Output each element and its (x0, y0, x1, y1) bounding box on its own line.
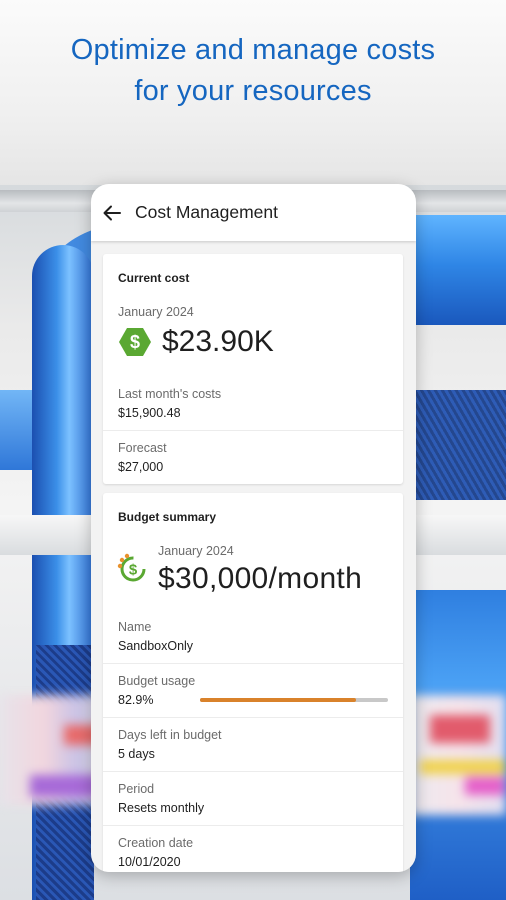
dollar-badge-icon: $ (119, 328, 151, 356)
forecast-field: Forecast $27,000 (103, 431, 403, 484)
field-label: Forecast (118, 441, 167, 455)
days-left-field: Days left in budget 5 days (103, 718, 403, 772)
field-value: $27,000 (118, 460, 164, 474)
field-value: 5 days (118, 747, 155, 761)
headline-line-1: Optimize and manage costs (70, 34, 436, 66)
arrow-left-icon (103, 205, 121, 220)
current-cost-heading: Current cost (118, 271, 190, 285)
app-bar: Cost Management (91, 184, 416, 241)
budget-usage-field: Budget usage 82.9% (103, 664, 403, 718)
field-label: Creation date (118, 836, 194, 850)
field-value: 10/01/2020 (118, 855, 181, 869)
scroll-content[interactable]: Current cost January 2024 $ $23.90K Last… (91, 241, 416, 872)
current-cost-card[interactable]: Current cost January 2024 $ $23.90K Last… (103, 254, 403, 484)
headline-line-2: for your resources (134, 75, 372, 107)
svg-text:$: $ (129, 562, 138, 579)
budget-name-field: Name SandboxOnly (103, 610, 403, 664)
field-value: SandboxOnly (118, 639, 194, 653)
creation-date-field: Creation date 10/01/2020 (103, 826, 403, 872)
budget-usage-value: 82.9% (118, 693, 154, 707)
field-value: $15,900.48 (118, 406, 181, 420)
svg-text:$: $ (130, 332, 140, 352)
back-button[interactable] (101, 202, 123, 224)
field-label: Name (118, 620, 152, 634)
last-month-costs-field: Last month's costs $15,900.48 (103, 377, 403, 431)
budget-amount: $30,000/month (158, 562, 363, 595)
current-cost-amount: $23.90K (162, 325, 274, 358)
current-cost-period: January 2024 (118, 305, 194, 319)
period-field: Period Resets monthly (103, 772, 403, 826)
page-title: Cost Management (135, 202, 278, 222)
budget-usage-progress-bar (200, 698, 388, 702)
budget-summary-heading: Budget summary (118, 510, 217, 524)
field-label: Budget usage (118, 674, 196, 688)
field-label: Days left in budget (118, 728, 222, 742)
app-screen: Cost Management Current cost January 202… (91, 184, 416, 872)
budget-summary-card[interactable]: Budget summary $ January 2024 $30,000/mo… (103, 493, 403, 872)
budget-period: January 2024 (158, 544, 234, 558)
field-label: Period (118, 782, 155, 796)
budget-usage-progress-fill (200, 698, 356, 702)
field-value: Resets monthly (118, 801, 205, 815)
dollar-refresh-icon: $ (117, 553, 146, 582)
field-label: Last month's costs (118, 387, 222, 401)
promo-headline: Optimize and manage costs for your resou… (0, 30, 506, 112)
